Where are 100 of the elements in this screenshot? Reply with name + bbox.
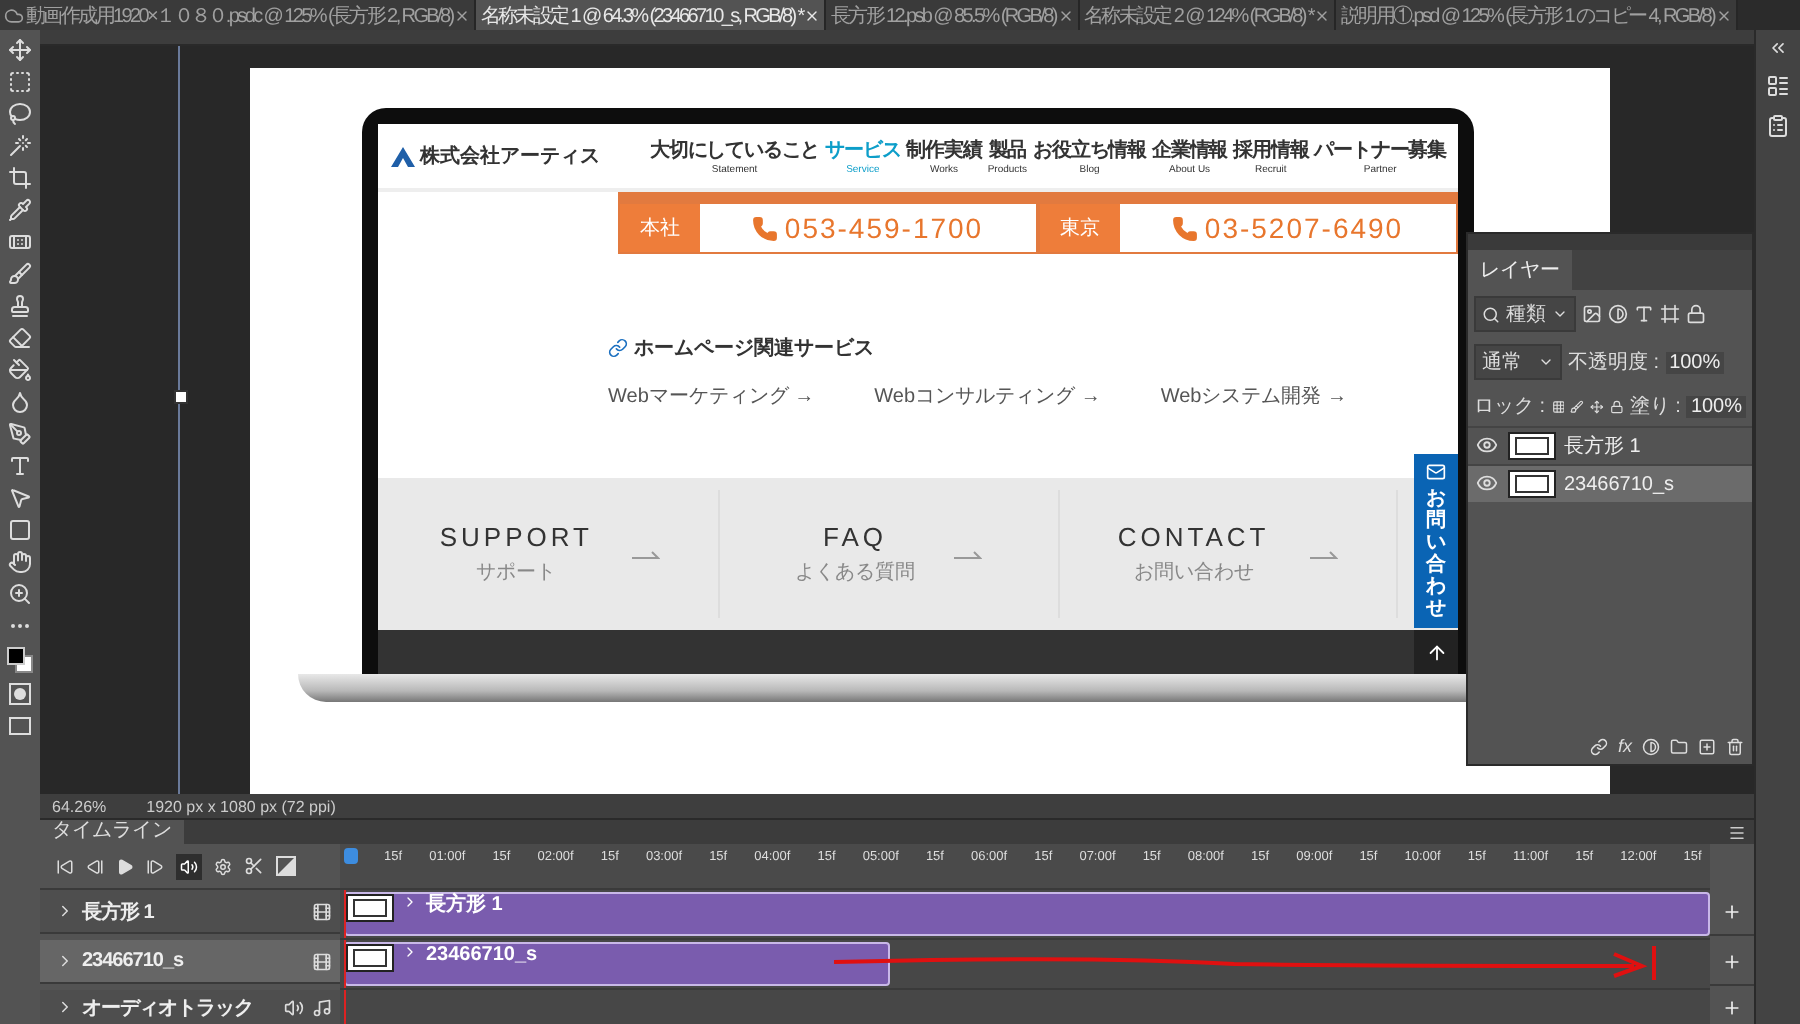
eye-icon[interactable] bbox=[1476, 434, 1498, 456]
layer-row[interactable]: 23466710_s bbox=[1468, 464, 1752, 502]
wand-icon[interactable] bbox=[8, 134, 32, 158]
screen-mode-icon[interactable] bbox=[8, 714, 32, 738]
droplet-icon[interactable] bbox=[8, 390, 32, 414]
film-icon[interactable] bbox=[312, 901, 332, 921]
trash-icon[interactable] bbox=[1726, 737, 1744, 755]
close-icon[interactable] bbox=[1314, 7, 1331, 23]
link-card[interactable]: FAQ よくある質問 bbox=[720, 490, 1060, 618]
close-icon[interactable] bbox=[454, 7, 471, 23]
expand-icon[interactable] bbox=[56, 902, 74, 920]
brush-icon[interactable] bbox=[1570, 397, 1585, 415]
pen-icon[interactable] bbox=[8, 422, 32, 446]
timeline-tab[interactable]: タイムライン bbox=[40, 820, 184, 844]
film-icon[interactable] bbox=[312, 951, 332, 971]
move-icon[interactable] bbox=[8, 38, 32, 62]
blend-mode-dropdown[interactable]: 通常 bbox=[1474, 344, 1562, 380]
scissors-icon[interactable] bbox=[244, 856, 264, 876]
speaker-icon[interactable] bbox=[284, 997, 304, 1017]
nav-link[interactable]: 採用情報 bbox=[1233, 136, 1309, 164]
contrast-icon[interactable] bbox=[1608, 304, 1628, 324]
transform-handle[interactable] bbox=[174, 390, 188, 404]
nav-link[interactable]: 制作実績 bbox=[906, 136, 982, 164]
lock-icon[interactable] bbox=[1686, 304, 1706, 324]
crop-icon[interactable] bbox=[8, 166, 32, 190]
clipboard-icon[interactable] bbox=[1766, 114, 1790, 138]
frame-icon[interactable] bbox=[1660, 304, 1680, 324]
document-tab[interactable]: 名称未設定 1 @ 64.3% (23466710_s, RGB/8) * bbox=[476, 0, 827, 30]
bucket-icon[interactable] bbox=[8, 358, 32, 382]
menu-icon[interactable] bbox=[1728, 823, 1746, 841]
document-tab[interactable]: 動画作成用1920×１０８０.psdc @ 125% (長方形 2, RGB/8) bbox=[0, 0, 477, 30]
document-tab[interactable]: 名称未設定 2 @ 124% (RGB/8) * bbox=[1079, 0, 1337, 30]
music-note-icon[interactable] bbox=[312, 997, 332, 1017]
type-icon[interactable] bbox=[1634, 304, 1654, 324]
transition-icon[interactable] bbox=[276, 856, 296, 876]
document-tab[interactable]: 説明用①.psd @ 125% (長方形 1 のコピー 4, RGB/8) bbox=[1336, 0, 1738, 30]
lock-icon[interactable] bbox=[1610, 397, 1624, 415]
move-icon[interactable] bbox=[1590, 397, 1605, 415]
document-tab[interactable]: 長方形 12.psb @ 85.5% (RGB/8) bbox=[826, 0, 1080, 30]
fill-field[interactable]: 100% bbox=[1686, 395, 1747, 417]
link-card[interactable]: SUPPORT サポート bbox=[382, 490, 721, 618]
previous-frame-icon[interactable] bbox=[86, 857, 104, 875]
color-swatch-icon[interactable] bbox=[6, 646, 34, 674]
brush-icon[interactable] bbox=[8, 262, 32, 286]
panel-icon[interactable] bbox=[1766, 74, 1790, 98]
nav-link[interactable]: パートナー募集 bbox=[1314, 136, 1446, 164]
track-header[interactable]: オーディオトラック bbox=[40, 990, 340, 1024]
eyedropper-icon[interactable] bbox=[8, 198, 32, 222]
video-clip[interactable]: 23466710_s bbox=[344, 942, 891, 986]
close-icon[interactable] bbox=[1716, 7, 1732, 23]
expand-icon[interactable] bbox=[56, 952, 74, 970]
stamp-icon[interactable] bbox=[8, 294, 32, 318]
add-icon[interactable] bbox=[1722, 998, 1742, 1018]
rectangle-icon[interactable] bbox=[8, 518, 32, 542]
link-icon[interactable] bbox=[1589, 737, 1608, 755]
service-link[interactable]: Webシステム開発 → bbox=[1160, 382, 1348, 410]
next-frame-icon[interactable] bbox=[146, 857, 164, 875]
bandage-icon[interactable] bbox=[8, 230, 32, 254]
track-header[interactable]: 23466710_s bbox=[40, 940, 340, 984]
image-icon[interactable] bbox=[1582, 304, 1602, 324]
contrast-icon[interactable] bbox=[1642, 737, 1660, 755]
nav-link[interactable]: 企業情報 bbox=[1151, 136, 1228, 164]
collapse-icon[interactable] bbox=[1768, 38, 1788, 58]
filter-dropdown[interactable]: 種類 bbox=[1474, 296, 1576, 332]
fx-button[interactable]: fx bbox=[1617, 736, 1632, 756]
nav-link[interactable]: お役立ち情報 bbox=[1033, 136, 1146, 164]
expand-icon[interactable] bbox=[402, 944, 418, 960]
expand-icon[interactable] bbox=[56, 998, 74, 1016]
nav-link[interactable]: 大切にしていること bbox=[650, 136, 820, 164]
first-frame-icon[interactable] bbox=[56, 857, 74, 875]
layers-tab[interactable]: レイヤー bbox=[1468, 250, 1572, 290]
zoom-icon[interactable] bbox=[8, 582, 32, 606]
quick-mask-icon[interactable] bbox=[8, 682, 32, 706]
back-to-top-button[interactable] bbox=[1414, 630, 1458, 674]
new-layer-icon[interactable] bbox=[1698, 737, 1716, 755]
service-link[interactable]: Webコンサルティング → bbox=[874, 382, 1101, 410]
type-icon[interactable] bbox=[8, 454, 32, 478]
close-icon[interactable] bbox=[804, 7, 821, 23]
close-icon[interactable] bbox=[1057, 7, 1074, 23]
service-link[interactable]: Webマーケティング → bbox=[608, 382, 815, 410]
link-card[interactable]: CONTACT お問い合わせ bbox=[1059, 490, 1398, 618]
add-icon[interactable] bbox=[1722, 902, 1742, 922]
marquee-icon[interactable] bbox=[8, 70, 32, 94]
eye-icon[interactable] bbox=[1476, 472, 1498, 494]
grid-icon[interactable] bbox=[1551, 397, 1565, 415]
playhead-handle[interactable] bbox=[344, 848, 358, 864]
lasso-icon[interactable] bbox=[8, 102, 32, 126]
opacity-field[interactable]: 100% bbox=[1665, 351, 1725, 373]
eraser-icon[interactable] bbox=[8, 326, 32, 350]
video-clip[interactable]: 長方形 1 bbox=[344, 892, 1710, 936]
pointer-icon[interactable] bbox=[8, 486, 32, 510]
settings-icon[interactable] bbox=[214, 857, 232, 875]
expand-icon[interactable] bbox=[402, 894, 418, 910]
contact-side-tab[interactable]: お問い合わせ bbox=[1414, 454, 1458, 628]
track-header[interactable]: 長方形 1 bbox=[40, 890, 340, 934]
audio-button[interactable] bbox=[176, 853, 202, 879]
add-icon[interactable] bbox=[1722, 952, 1742, 972]
play-icon[interactable] bbox=[116, 857, 134, 875]
nav-link[interactable]: 製品 bbox=[988, 136, 1027, 164]
folder-icon[interactable] bbox=[1670, 737, 1688, 755]
